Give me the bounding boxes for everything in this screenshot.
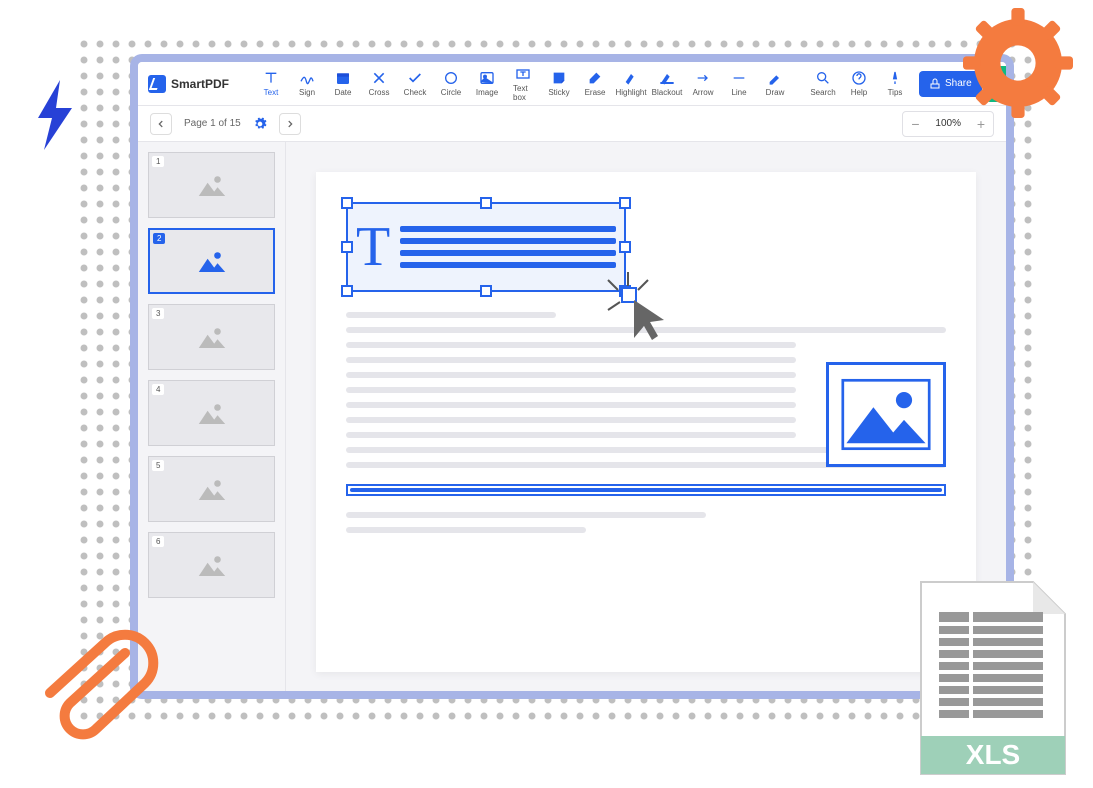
handle-tr[interactable] — [619, 197, 631, 209]
svg-text:XLS: XLS — [966, 739, 1020, 770]
image-icon — [198, 174, 226, 196]
app-name: SmartPDF — [171, 77, 229, 91]
tool-cross[interactable]: Cross — [363, 66, 395, 101]
next-page-button[interactable] — [279, 113, 301, 135]
image-icon — [198, 250, 226, 272]
thumb-6[interactable]: 6 — [148, 532, 275, 598]
check-icon — [407, 70, 423, 86]
toolbar: SmartPDF Text Sign Date Cross Check Circ… — [138, 62, 1006, 106]
handle-mr[interactable] — [619, 241, 631, 253]
document-page[interactable]: T — [316, 172, 976, 672]
tool-draw[interactable]: Draw — [759, 66, 791, 101]
handle-ml[interactable] — [341, 241, 353, 253]
image-icon — [198, 554, 226, 576]
text-line — [346, 402, 796, 408]
handle-bl[interactable] — [341, 285, 353, 297]
blackout-icon — [659, 70, 675, 86]
text-icon — [263, 70, 279, 86]
text-line — [346, 512, 706, 518]
image-icon — [198, 478, 226, 500]
page-label: Page 1 of 15 — [184, 118, 241, 129]
tool-erase[interactable]: Erase — [579, 66, 611, 101]
tool-image[interactable]: Image — [471, 66, 503, 101]
tool-search[interactable]: Search — [807, 66, 839, 101]
text-line — [346, 527, 586, 533]
text-lines — [400, 220, 616, 274]
thumb-1[interactable]: 1 — [148, 152, 275, 218]
text-line — [346, 417, 796, 423]
text-line — [346, 387, 796, 393]
tool-blackout[interactable]: Blackout — [651, 66, 683, 101]
handle-tl[interactable] — [341, 197, 353, 209]
text-letter: T — [356, 215, 390, 279]
textbox-icon — [515, 66, 531, 82]
zoom-out-button[interactable]: − — [903, 116, 927, 132]
thumbnail-sidebar: 1 2 3 4 5 6 — [138, 142, 286, 691]
prev-page-button[interactable] — [150, 113, 172, 135]
help-icon — [851, 70, 867, 86]
image-placeholder[interactable] — [826, 362, 946, 467]
gear-icon[interactable] — [253, 117, 267, 131]
tool-text[interactable]: Text — [255, 66, 287, 101]
tool-circle[interactable]: Circle — [435, 66, 467, 101]
bolt-decoration-icon — [30, 80, 80, 150]
text-line — [346, 342, 796, 348]
page-nav: Page 1 of 15 − 100% + — [138, 106, 1006, 142]
text-box-selection[interactable]: T — [346, 202, 626, 292]
paperclip-decoration-icon — [30, 628, 160, 748]
zoom-value: 100% — [927, 118, 969, 129]
thumb-2[interactable]: 2 — [148, 228, 275, 294]
thumb-5[interactable]: 5 — [148, 456, 275, 522]
image-icon — [198, 402, 226, 424]
canvas: T — [286, 142, 1006, 691]
tool-date[interactable]: Date — [327, 66, 359, 101]
image-icon — [479, 70, 495, 86]
cursor-icon — [606, 272, 666, 347]
text-line — [346, 312, 556, 318]
text-line — [346, 357, 796, 363]
sign-icon — [299, 70, 315, 86]
highlight-icon — [623, 70, 639, 86]
handle-bm[interactable] — [480, 285, 492, 297]
sticky-icon — [551, 70, 567, 86]
erase-icon — [587, 70, 603, 86]
share-icon — [929, 78, 941, 90]
tool-sticky[interactable]: Sticky — [543, 66, 575, 101]
tool-sign[interactable]: Sign — [291, 66, 323, 101]
chevron-right-icon — [285, 119, 295, 129]
search-icon — [815, 70, 831, 86]
tool-highlight[interactable]: Highlight — [615, 66, 647, 101]
tool-check[interactable]: Check — [399, 66, 431, 101]
app-window: SmartPDF Text Sign Date Cross Check Circ… — [130, 54, 1014, 699]
image-icon — [841, 377, 931, 452]
draw-icon — [767, 70, 783, 86]
tool-help[interactable]: Help — [843, 66, 875, 101]
image-icon — [198, 326, 226, 348]
handle-tm[interactable] — [480, 197, 492, 209]
tool-line[interactable]: Line — [723, 66, 755, 101]
tool-tips[interactable]: Tips — [879, 66, 911, 101]
arrow-icon — [695, 70, 711, 86]
chevron-left-icon — [156, 119, 166, 129]
calendar-icon — [335, 70, 351, 86]
gear-decoration-icon — [963, 8, 1073, 118]
tool-arrow[interactable]: Arrow — [687, 66, 719, 101]
circle-icon — [443, 70, 459, 86]
thumb-4[interactable]: 4 — [148, 380, 275, 446]
xls-file-icon: XLS — [913, 578, 1073, 778]
text-line — [346, 432, 796, 438]
logo-icon — [148, 75, 166, 93]
cross-icon — [371, 70, 387, 86]
thumb-3[interactable]: 3 — [148, 304, 275, 370]
tips-icon — [887, 70, 903, 86]
text-line — [346, 372, 796, 378]
app-logo: SmartPDF — [148, 75, 239, 93]
tool-textbox[interactable]: Text box — [507, 62, 539, 106]
selected-line[interactable] — [346, 484, 946, 496]
line-icon — [731, 70, 747, 86]
